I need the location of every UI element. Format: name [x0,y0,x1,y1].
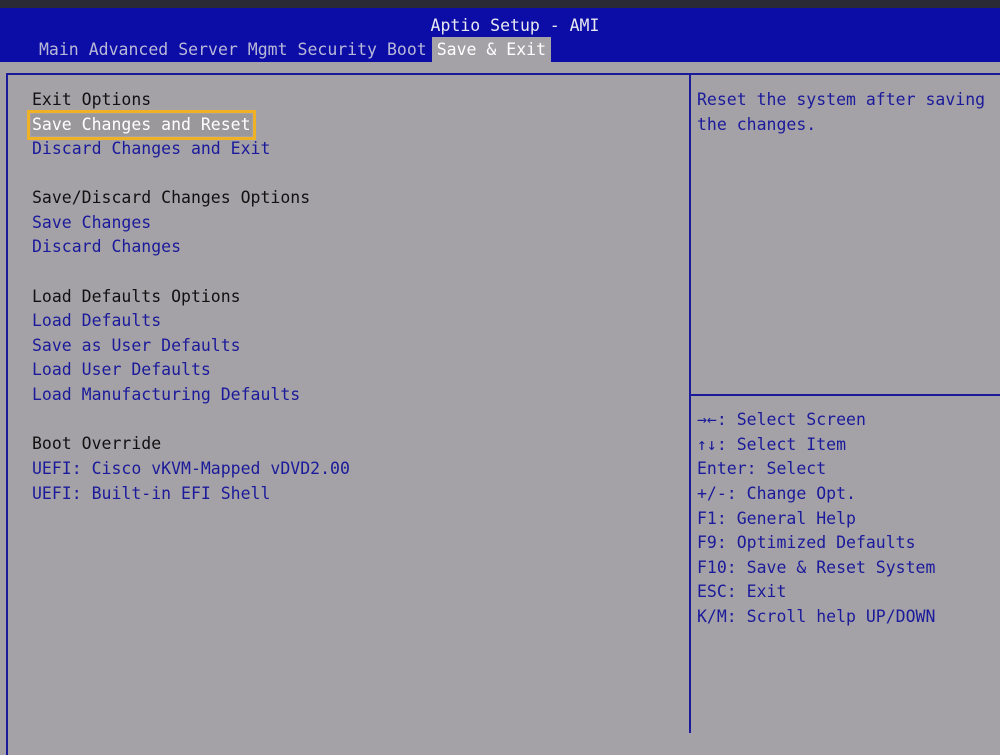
key-hint-f1: F1: General Help [697,509,856,528]
menu-item-save-user-defaults[interactable]: Save as User Defaults [32,335,241,357]
help-text-line-1: Reset the system after saving [697,90,986,109]
tab-server-mgmt[interactable]: Server Mgmt [173,37,292,64]
key-hint-select-item: ↑↓: Select Item [697,435,847,454]
help-divider [691,394,1000,396]
tab-advanced[interactable]: Advanced [84,37,173,64]
menu-item-discard-changes-and-exit[interactable]: Discard Changes and Exit [32,138,270,160]
menu-item-save-changes-and-reset[interactable]: Save Changes and Reset [27,110,256,140]
tab-boot[interactable]: Boot [382,37,432,64]
tab-main[interactable]: Main [34,37,84,64]
section-load-defaults: Load Defaults Options [32,287,241,306]
tab-security[interactable]: Security [293,37,382,64]
menu-item-boot-vdvd[interactable]: UEFI: Cisco vKVM-Mapped vDVD2.00 [32,458,350,480]
key-hint-f9: F9: Optimized Defaults [697,533,916,552]
menu-item-load-manufacturing-defaults[interactable]: Load Manufacturing Defaults [32,384,300,406]
key-hint-esc: ESC: Exit [697,582,787,601]
section-save-discard: Save/Discard Changes Options [32,188,311,207]
key-hint-select-screen: →←: Select Screen [697,410,866,429]
menu-item-discard-changes[interactable]: Discard Changes [32,236,181,258]
key-hint-f10: F10: Save & Reset System [697,558,936,577]
bios-title: Aptio Setup - AMI [430,16,600,35]
menu-item-load-user-defaults[interactable]: Load User Defaults [32,359,211,381]
key-hint-enter: Enter: Select [697,459,827,478]
bios-header: Aptio Setup - AMI Main Advanced Server M… [0,8,1000,64]
key-hint-scroll: K/M: Scroll help UP/DOWN [697,607,936,626]
menu-item-load-defaults[interactable]: Load Defaults [32,310,161,332]
key-hint-change-opt: +/-: Change Opt. [697,484,856,503]
section-boot-override: Boot Override [32,434,162,453]
menu-item-save-changes[interactable]: Save Changes [32,212,151,234]
help-text-line-2: the changes. [697,115,817,134]
section-exit-options: Exit Options [32,90,152,109]
tab-bar: Main Advanced Server Mgmt Security Boot … [34,37,552,64]
panel-divider [689,73,691,733]
window-top-bar [0,0,1000,8]
tab-save-exit[interactable]: Save & Exit [431,37,552,64]
menu-item-boot-efi-shell[interactable]: UEFI: Built-in EFI Shell [32,483,270,505]
